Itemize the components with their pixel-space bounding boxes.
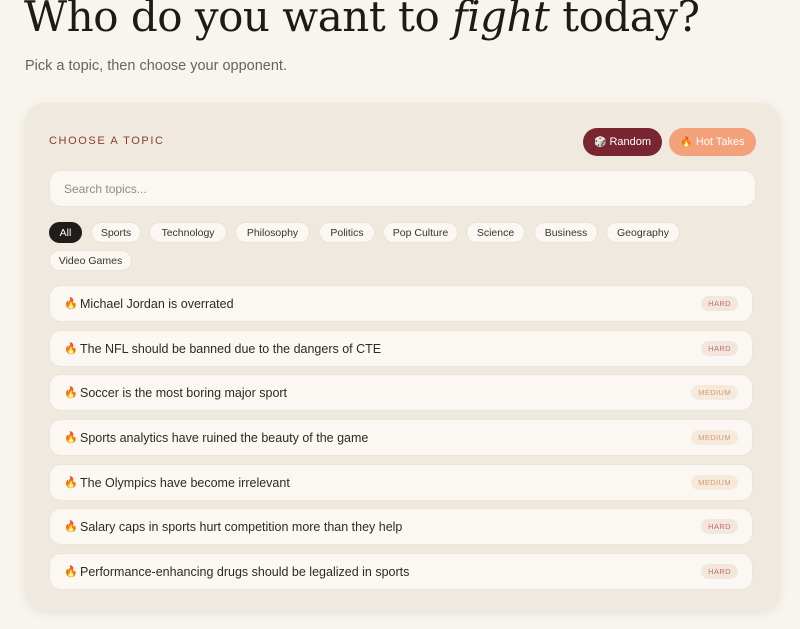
difficulty-badge: HARD <box>701 341 738 356</box>
difficulty-badge: MEDIUM <box>691 430 738 445</box>
page-title: Who do you want to fight today? <box>24 0 700 41</box>
section-label: CHOOSE A TOPIC <box>49 135 165 147</box>
topic-item[interactable]: 🔥 Michael Jordan is overrated HARD <box>49 285 753 322</box>
chip-business[interactable]: Business <box>534 222 598 243</box>
topic-text: Soccer is the most boring major sport <box>80 385 288 400</box>
topic-panel: CHOOSE A TOPIC 🎲 Random 🔥 Hot Takes Sear… <box>25 103 780 611</box>
topic-text: Michael Jordan is overrated <box>80 296 234 311</box>
flame-icon: 🔥 <box>680 136 693 148</box>
topic-text: Sports analytics have ruined the beauty … <box>80 430 369 445</box>
difficulty-badge: MEDIUM <box>691 475 738 490</box>
chip-philosophy[interactable]: Philosophy <box>235 222 310 243</box>
topic-item[interactable]: 🔥 Sports analytics have ruined the beaut… <box>49 419 753 456</box>
topic-item[interactable]: 🔥 The Olympics have become irrelevant ME… <box>49 464 753 501</box>
topic-text: The Olympics have become irrelevant <box>80 475 290 490</box>
chip-video-games[interactable]: Video Games <box>49 250 132 271</box>
flame-icon: 🔥 <box>64 387 78 399</box>
topic-item[interactable]: 🔥 Salary caps in sports hurt competition… <box>49 508 753 545</box>
random-button[interactable]: 🎲 Random <box>583 128 662 156</box>
hot-takes-button-label: Hot Takes <box>695 136 745 148</box>
flame-icon: 🔥 <box>64 521 78 533</box>
flame-icon: 🔥 <box>64 343 78 355</box>
search-input[interactable]: Search topics... <box>49 170 756 207</box>
chip-science[interactable]: Science <box>466 222 525 243</box>
chip-geography[interactable]: Geography <box>606 222 680 243</box>
chip-all[interactable]: All <box>49 222 82 243</box>
chip-pop-culture[interactable]: Pop Culture <box>383 222 458 243</box>
topic-text: Salary caps in sports hurt competition m… <box>80 519 403 534</box>
topic-text: Performance-enhancing drugs should be le… <box>80 564 410 579</box>
page-subtitle: Pick a topic, then choose your opponent. <box>25 58 287 74</box>
random-button-label: Random <box>609 136 652 148</box>
difficulty-badge: HARD <box>701 296 738 311</box>
flame-icon: 🔥 <box>64 566 78 578</box>
topic-item[interactable]: 🔥 Performance-enhancing drugs should be … <box>49 553 753 590</box>
search-placeholder: Search topics... <box>64 181 147 196</box>
title-emphasis: fight <box>452 0 550 41</box>
topic-text: The NFL should be banned due to the dang… <box>80 341 382 356</box>
flame-icon: 🔥 <box>64 432 78 444</box>
dice-icon: 🎲 <box>593 136 607 148</box>
hot-takes-button[interactable]: 🔥 Hot Takes <box>669 128 756 156</box>
flame-icon: 🔥 <box>64 298 78 310</box>
difficulty-badge: MEDIUM <box>691 385 738 400</box>
topic-item[interactable]: 🔥 Soccer is the most boring major sport … <box>49 374 753 411</box>
flame-icon: 🔥 <box>64 477 78 489</box>
difficulty-badge: HARD <box>701 519 738 534</box>
chip-politics[interactable]: Politics <box>319 222 375 243</box>
chip-technology[interactable]: Technology <box>149 222 227 243</box>
topic-item[interactable]: 🔥 The NFL should be banned due to the da… <box>49 330 753 367</box>
chip-sports[interactable]: Sports <box>91 222 141 243</box>
difficulty-badge: HARD <box>701 564 738 579</box>
